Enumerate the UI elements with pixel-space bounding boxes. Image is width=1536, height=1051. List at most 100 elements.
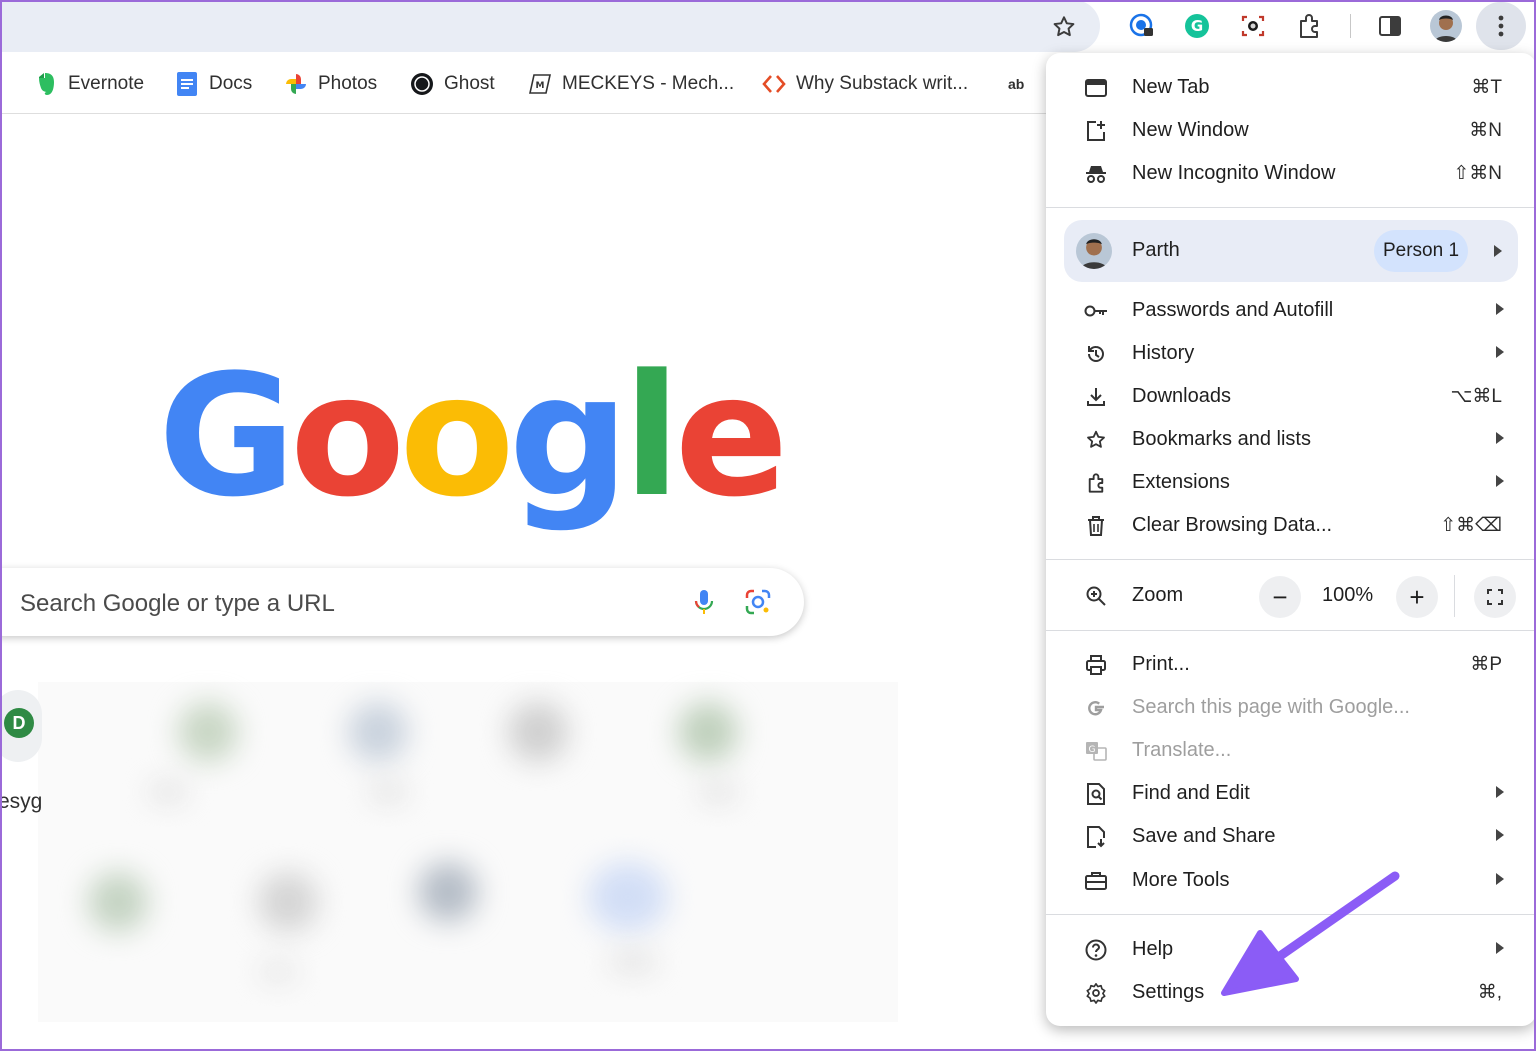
menu-shortcut: ⇧⌘⌫: [1440, 515, 1502, 536]
shortcut-tile[interactable]: D: [0, 690, 56, 762]
menu-label: Downloads: [1132, 385, 1231, 407]
ghost-icon: [410, 72, 434, 96]
download-icon: [1084, 385, 1108, 409]
bookmark-evernote[interactable]: Evernote: [34, 70, 144, 98]
submenu-arrow-icon: [1496, 873, 1504, 885]
password-manager-icon[interactable]: [1126, 10, 1158, 42]
side-panel-icon[interactable]: [1374, 10, 1406, 42]
submenu-arrow-icon: [1494, 245, 1502, 257]
extensions-puzzle-icon[interactable]: [1293, 10, 1325, 42]
bookmark-label: Docs: [209, 73, 253, 94]
submenu-arrow-icon: [1496, 475, 1504, 487]
menu-label: History: [1132, 342, 1195, 364]
save-page-icon: [1084, 825, 1108, 849]
toolbox-icon: [1084, 869, 1108, 893]
menu-separator: [1046, 630, 1536, 631]
bookmark-label: Evernote: [68, 73, 145, 94]
svg-text:G: G: [1089, 745, 1096, 755]
logo-letter: e: [674, 338, 789, 534]
menu-item-translate: G Translate...: [1046, 729, 1536, 772]
bookmark-ghost[interactable]: Ghost: [410, 70, 495, 98]
menu-separator: [1046, 207, 1536, 208]
menu-shortcut: ⌘N: [1469, 120, 1502, 141]
fullscreen-icon[interactable]: [1474, 576, 1516, 618]
bookmark-photos[interactable]: Photos: [284, 70, 377, 98]
menu-item-profile[interactable]: Parth Person 1: [1064, 220, 1518, 282]
logo-letter: g: [508, 338, 629, 534]
menu-label: Save and Share: [1132, 825, 1276, 847]
menu-label: Zoom: [1132, 584, 1184, 606]
gear-icon: [1084, 981, 1108, 1005]
help-icon: [1084, 938, 1108, 962]
address-bar[interactable]: [0, 0, 1100, 52]
menu-item-history[interactable]: History: [1046, 332, 1536, 375]
history-icon: [1084, 342, 1108, 366]
voice-search-icon[interactable]: [688, 586, 720, 618]
menu-item-downloads[interactable]: Downloads ⌥⌘L: [1046, 375, 1536, 418]
menu-item-save-share[interactable]: Save and Share: [1046, 815, 1536, 858]
menu-shortcut: ⇧⌘N: [1453, 163, 1502, 184]
logo-letter: G: [158, 338, 296, 534]
menu-label: New Window: [1132, 119, 1249, 141]
substack-icon: [762, 72, 786, 96]
bookmark-label: MECKEYS - Mech...: [562, 73, 735, 94]
chrome-menu-button[interactable]: [1476, 2, 1526, 50]
menu-item-zoom: Zoom − 100% +: [1046, 571, 1536, 621]
bookmarks-bar: Evernote Docs Photos Ghost M MECKEYS - M…: [0, 52, 1050, 114]
bookmark-label: Ghost: [444, 73, 495, 94]
key-icon: [1084, 299, 1108, 323]
puzzle-icon: [1084, 471, 1108, 495]
zoom-icon: [1084, 584, 1108, 608]
menu-item-bookmarks[interactable]: Bookmarks and lists: [1046, 418, 1536, 461]
profile-chip: Person 1: [1374, 230, 1468, 272]
menu-item-find-edit[interactable]: Find and Edit: [1046, 772, 1536, 815]
menu-item-extensions[interactable]: Extensions: [1046, 461, 1536, 504]
menu-label: Translate...: [1132, 739, 1232, 761]
bookmark-star-icon[interactable]: [1046, 9, 1082, 45]
menu-label: Extensions: [1132, 471, 1230, 493]
search-input[interactable]: Search Google or type a URL: [20, 590, 335, 618]
menu-label: Help: [1132, 938, 1174, 960]
zoom-in-button[interactable]: +: [1396, 576, 1438, 618]
menu-separator: [1046, 559, 1536, 560]
menu-item-new-incognito[interactable]: New Incognito Window ⇧⌘N: [1046, 152, 1536, 195]
search-box[interactable]: Search Google or type a URL: [0, 568, 804, 636]
menu-item-new-tab[interactable]: New Tab ⌘T: [1046, 66, 1536, 109]
screen-capture-icon[interactable]: [1237, 10, 1269, 42]
menu-item-search-page: Search this page with Google...: [1046, 686, 1536, 729]
bookmark-docs[interactable]: Docs: [175, 70, 252, 98]
logo-letter: l: [623, 338, 681, 534]
menu-label: New Tab: [1132, 76, 1210, 98]
bookmark-label: Why Substack writ...: [796, 73, 969, 94]
bookmark-substack[interactable]: Why Substack writ...: [762, 70, 968, 98]
bookmark-ab[interactable]: ab: [1008, 70, 1024, 98]
submenu-arrow-icon: [1496, 432, 1504, 444]
menu-shortcut: ⌥⌘L: [1450, 386, 1502, 407]
menu-item-clear-data[interactable]: Clear Browsing Data... ⇧⌘⌫: [1046, 504, 1536, 547]
bookmark-meckeys[interactable]: M MECKEYS - Mech...: [528, 70, 734, 98]
zoom-out-button[interactable]: −: [1259, 576, 1301, 618]
menu-item-passwords[interactable]: Passwords and Autofill: [1046, 289, 1536, 332]
star-icon: [1084, 428, 1108, 452]
google-g-icon: [1084, 696, 1108, 720]
annotation-arrow-icon: [1221, 871, 1400, 996]
browser-toolbar: G: [0, 0, 1536, 52]
profile-avatar[interactable]: [1430, 10, 1462, 42]
submenu-arrow-icon: [1496, 786, 1504, 798]
submenu-arrow-icon: [1496, 346, 1504, 358]
trash-icon: [1084, 514, 1108, 538]
shortcut-favicon: D: [4, 708, 34, 738]
new-tab-icon: [1084, 76, 1108, 100]
menu-label: Passwords and Autofill: [1132, 299, 1334, 321]
menu-label: Search this page with Google...: [1132, 696, 1410, 718]
menu-label: Clear Browsing Data...: [1132, 514, 1333, 536]
menu-item-new-window[interactable]: New Window ⌘N: [1046, 109, 1536, 152]
menu-shortcut: ⌘T: [1471, 77, 1502, 98]
menu-item-print[interactable]: Print... ⌘P: [1046, 643, 1536, 686]
grammarly-icon[interactable]: G: [1181, 10, 1213, 42]
menu-shortcut: ⌘,: [1477, 982, 1502, 1003]
docs-icon: [175, 72, 199, 96]
google-lens-icon[interactable]: [742, 586, 774, 618]
shortcut-label: esyg: [0, 790, 43, 813]
submenu-arrow-icon: [1496, 303, 1504, 315]
